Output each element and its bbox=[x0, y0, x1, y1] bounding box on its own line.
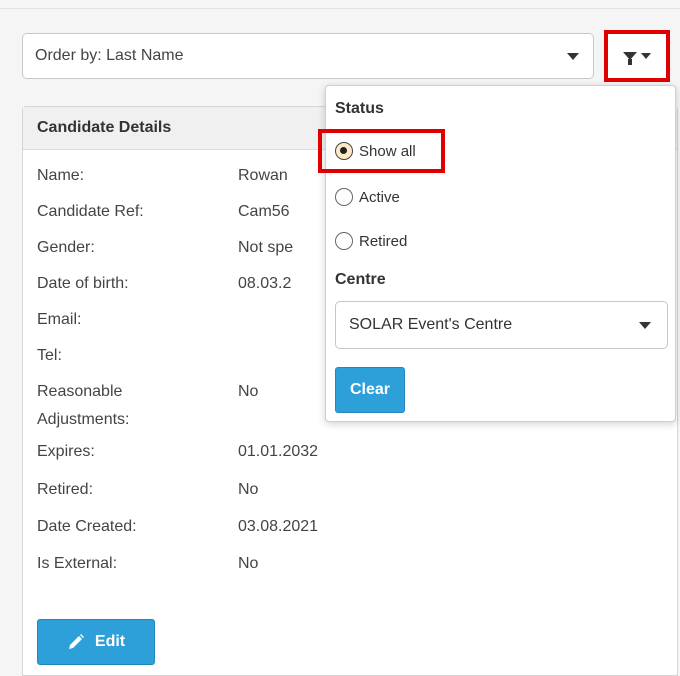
chevron-down-icon bbox=[641, 53, 651, 59]
status-option-label: Active bbox=[359, 188, 400, 206]
status-section-title: Status bbox=[335, 100, 384, 117]
status-option-retired[interactable]: Retired bbox=[335, 232, 407, 250]
detail-label: Is External: bbox=[37, 555, 118, 572]
detail-row: Is External: No bbox=[23, 552, 677, 588]
detail-label: Date Created: bbox=[37, 518, 137, 535]
centre-section-title: Centre bbox=[335, 271, 386, 288]
order-by-label: Order by: Last Name bbox=[35, 47, 184, 64]
chevron-down-icon bbox=[639, 321, 651, 329]
status-option-label: Show all bbox=[359, 142, 416, 160]
detail-label: Date of birth: bbox=[37, 275, 129, 292]
detail-label: Candidate Ref: bbox=[37, 203, 144, 220]
top-divider bbox=[0, 8, 680, 9]
detail-row: Date Created: 03.08.2021 bbox=[23, 515, 677, 552]
radio-unchecked-icon bbox=[335, 188, 353, 206]
detail-label: Tel: bbox=[37, 347, 62, 364]
funnel-icon bbox=[623, 52, 637, 65]
detail-row: Retired: No bbox=[23, 478, 677, 515]
detail-label: Reasonable Adjustments: bbox=[37, 383, 130, 428]
status-option-label: Retired bbox=[359, 232, 408, 250]
edit-button-label: Edit bbox=[94, 633, 126, 650]
detail-value: No bbox=[238, 481, 259, 498]
centre-select[interactable]: SOLAR Event's Centre bbox=[335, 301, 668, 349]
status-option-show-all[interactable]: Show all bbox=[335, 142, 416, 160]
clear-filter-button[interactable]: Clear bbox=[335, 367, 405, 413]
detail-value: 03.08.2021 bbox=[238, 518, 319, 535]
detail-label: Gender: bbox=[37, 239, 95, 256]
pencil-icon bbox=[68, 634, 84, 649]
detail-label: Email: bbox=[37, 311, 82, 328]
chevron-down-icon bbox=[567, 52, 579, 60]
detail-value: No bbox=[238, 555, 259, 572]
edit-button[interactable]: Edit bbox=[37, 619, 155, 665]
radio-unchecked-icon bbox=[335, 232, 353, 250]
detail-value: 01.01.2032 bbox=[238, 443, 319, 460]
status-option-active[interactable]: Active bbox=[335, 188, 400, 206]
detail-label: Expires: bbox=[37, 443, 95, 460]
detail-row: Expires: 01.01.2032 bbox=[23, 440, 677, 478]
detail-label: Retired: bbox=[37, 481, 94, 498]
filter-toggle-button[interactable] bbox=[604, 30, 670, 82]
centre-selected-value: SOLAR Event's Centre bbox=[349, 316, 513, 333]
order-by-select[interactable]: Order by: Last Name bbox=[22, 33, 594, 79]
radio-checked-icon bbox=[335, 142, 353, 160]
filter-dropdown-panel: Status Show all Active Retired Centre SO… bbox=[318, 85, 676, 422]
detail-label: Name: bbox=[37, 167, 85, 184]
